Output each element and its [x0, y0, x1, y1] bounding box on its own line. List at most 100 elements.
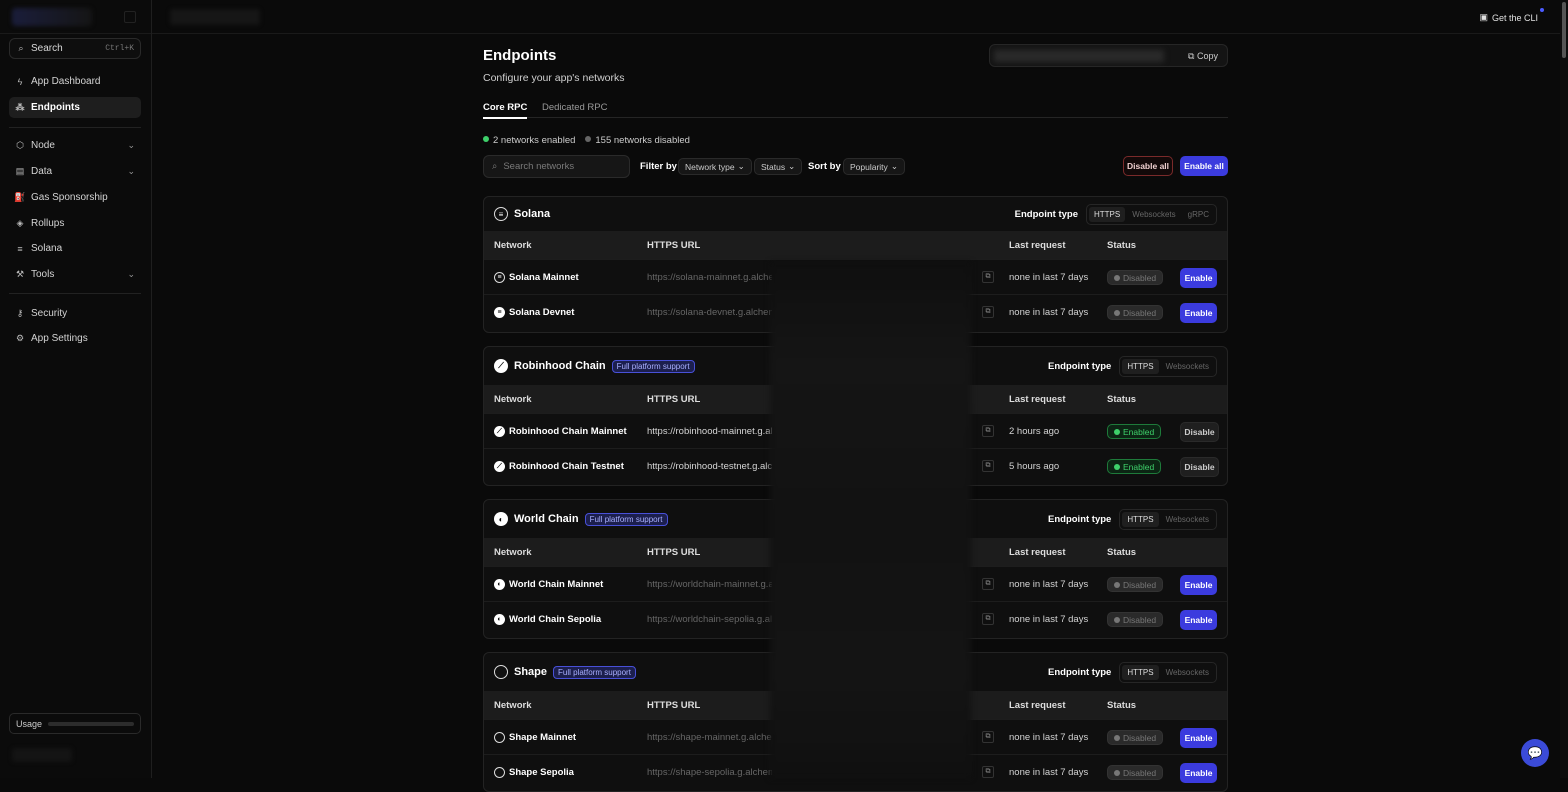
copy-url-icon[interactable]: ⧉ — [982, 731, 994, 743]
copy-label: Copy — [1196, 51, 1218, 61]
network-search[interactable]: ⌕ — [483, 155, 630, 178]
page-title: Endpoints — [483, 47, 557, 64]
world-chain-logo-icon: ◐ — [494, 614, 505, 625]
filter-label: Filter by — [640, 161, 677, 172]
robinhood-logo-icon: ⟋ — [494, 426, 505, 437]
sidebar-item-label: Data — [31, 166, 53, 177]
group-name: Robinhood Chain — [514, 360, 606, 372]
gas-icon: ⛽ — [14, 192, 26, 202]
enable-button[interactable]: Enable — [1180, 763, 1217, 783]
col-last-request: Last request — [1009, 240, 1066, 251]
endpoint-type-https[interactable]: HTTPS — [1122, 359, 1159, 374]
disable-button[interactable]: Disable — [1180, 422, 1219, 442]
scrollbar[interactable] — [1560, 0, 1568, 778]
copy-url-icon[interactable]: ⧉ — [982, 578, 994, 590]
sidebar-item-security[interactable]: ⚷ Security — [9, 303, 141, 324]
enable-button[interactable]: Enable — [1180, 303, 1217, 323]
col-status: Status — [1107, 547, 1137, 558]
endpoint-type-https[interactable]: HTTPS — [1088, 207, 1126, 222]
copy-url-icon[interactable]: ⧉ — [982, 306, 994, 318]
disable-all-button[interactable]: Disable all — [1123, 156, 1173, 176]
page-subtitle: Configure your app's networks — [483, 72, 625, 84]
tab-dedicated-rpc[interactable]: Dedicated RPC — [542, 102, 607, 113]
copy-url-icon[interactable]: ⧉ — [982, 425, 994, 437]
endpoint-type-websockets[interactable]: Websockets — [1161, 665, 1214, 680]
sidebar-item-app-settings[interactable]: ⚙ App Settings — [9, 328, 141, 349]
enabled-count-text: 2 networks enabled — [493, 135, 576, 146]
copy-url-icon[interactable]: ⧉ — [982, 460, 994, 472]
status-text: Disabled — [1123, 614, 1157, 625]
usage-meter[interactable]: Usage — [9, 713, 141, 734]
api-key-box: ⧉ Copy — [989, 44, 1228, 67]
network-type-dropdown[interactable]: Network type ⌄ — [678, 158, 752, 175]
search-shortcut: Ctrl+K — [105, 44, 134, 53]
api-key-redacted — [994, 50, 1164, 62]
enable-all-button[interactable]: Enable all — [1180, 156, 1228, 176]
enable-button[interactable]: Enable — [1180, 268, 1217, 288]
sidebar-item-rollups[interactable]: ◈ Rollups — [9, 213, 141, 234]
https-url: https://robinhood-mainnet.g.al — [647, 426, 772, 437]
network-name: ◐ World Chain Sepolia — [494, 614, 601, 625]
network-name-text: World Chain Mainnet — [509, 579, 604, 590]
enable-button[interactable]: Enable — [1180, 610, 1217, 630]
endpoint-type-websockets[interactable]: Websockets — [1127, 207, 1180, 222]
sidebar-item-label: App Dashboard — [31, 76, 101, 87]
copy-url-icon[interactable]: ⧉ — [982, 766, 994, 778]
endpoint-type-grpc[interactable]: gRPC — [1183, 207, 1214, 222]
dropdown-label: Popularity — [850, 161, 888, 172]
scrollbar-thumb[interactable] — [1562, 2, 1566, 58]
tab-core-rpc[interactable]: Core RPC — [483, 102, 528, 119]
network-search-input[interactable] — [503, 161, 614, 172]
disable-button[interactable]: Disable — [1180, 457, 1219, 477]
sidebar-item-data[interactable]: ▤ Data ⌄ — [9, 161, 141, 182]
endpoint-type-websockets[interactable]: Websockets — [1161, 512, 1214, 527]
status-text: Disabled — [1123, 307, 1157, 318]
solana-icon: ≡ — [17, 243, 23, 254]
col-https-url: HTTPS URL — [647, 240, 701, 251]
https-url: https://worldchain-sepolia.g.al — [647, 614, 772, 625]
status-dropdown[interactable]: Status ⌄ — [754, 158, 803, 175]
sort-dropdown[interactable]: Popularity ⌄ — [843, 158, 905, 175]
search-button[interactable]: ⌕ Search Ctrl+K — [9, 38, 141, 59]
chat-support-icon[interactable]: 💬 — [1521, 739, 1549, 767]
endpoint-type-https[interactable]: HTTPS — [1122, 665, 1159, 680]
endpoint-type-websockets[interactable]: Websockets — [1161, 359, 1214, 374]
network-name-text: Shape Sepolia — [509, 767, 574, 778]
copy-url-icon[interactable]: ⧉ — [982, 271, 994, 283]
status-text: Disabled — [1123, 732, 1157, 743]
status-badge: Disabled — [1107, 270, 1164, 285]
enable-button[interactable]: Enable — [1180, 728, 1217, 748]
col-last-request: Last request — [1009, 394, 1066, 405]
world-chain-logo-icon: ◐ — [494, 512, 508, 526]
sidebar-item-endpoints[interactable]: ⁂ Endpoints — [9, 97, 141, 118]
chevron-down-icon: ⌄ — [127, 140, 135, 150]
layers-icon: ◈ — [16, 218, 24, 228]
endpoint-type-toggle: HTTPS Websockets gRPC — [1085, 204, 1217, 225]
sidebar-item-solana[interactable]: ≡ Solana — [9, 238, 141, 259]
endpoint-type-label: Endpoint type — [1048, 514, 1112, 525]
copy-button[interactable]: ⧉ Copy — [1188, 51, 1218, 62]
platform-support-badge: Full platform support — [584, 512, 668, 526]
sidebar-item-label: Rollups — [31, 218, 65, 229]
sidebar-item-gas-sponsorship[interactable]: ⛽ Gas Sponsorship — [9, 187, 141, 208]
sidebar-item-tools[interactable]: ⚒ Tools ⌄ — [9, 264, 141, 285]
endpoint-type-label: Endpoint type — [1048, 361, 1112, 372]
endpoint-type-label: Endpoint type — [1014, 209, 1078, 220]
sidebar-item-node[interactable]: ⬡ Node ⌄ — [9, 135, 141, 156]
shape-logo-icon — [494, 732, 505, 743]
endpoint-type-label: Endpoint type — [1048, 667, 1112, 678]
get-cli-button[interactable]: ▣ Get the CLI — [1479, 8, 1544, 23]
sidebar-item-label: App Settings — [31, 333, 88, 344]
sidebar-item-app-dashboard[interactable]: ϟ App Dashboard — [9, 71, 141, 92]
enable-button[interactable]: Enable — [1180, 575, 1217, 595]
status-badge: Enabled — [1107, 424, 1162, 439]
endpoint-type-https[interactable]: HTTPS — [1122, 512, 1159, 527]
account-menu[interactable] — [12, 748, 72, 762]
network-name: ⟋ Robinhood Chain Mainnet — [494, 426, 627, 437]
app-selector[interactable] — [12, 8, 92, 26]
lightning-icon: ϟ — [17, 76, 23, 87]
status-badge: Disabled — [1107, 612, 1164, 627]
collapse-sidebar-icon[interactable] — [124, 11, 136, 23]
copy-url-icon[interactable]: ⧉ — [982, 613, 994, 625]
endpoint-type-toggle: HTTPS Websockets — [1119, 509, 1217, 530]
